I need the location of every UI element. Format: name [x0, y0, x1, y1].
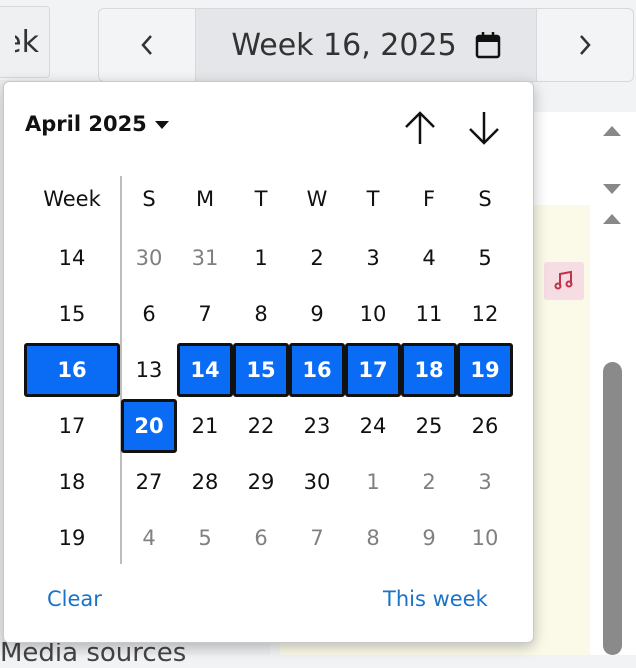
day-of-week-header: S	[142, 187, 156, 211]
week-number-cell[interactable]: 15	[24, 286, 120, 342]
day-of-week-header: W	[306, 187, 328, 211]
day-cell[interactable]: 13	[121, 342, 177, 398]
previous-week-button[interactable]	[99, 9, 195, 81]
week-column-header: Week	[43, 187, 101, 211]
day-cell[interactable]: 9	[401, 510, 457, 566]
week-number-cell[interactable]: 19	[24, 510, 120, 566]
day-cell[interactable]: 2	[289, 230, 345, 286]
day-of-week-header: S	[478, 187, 492, 211]
day-cell[interactable]: 6	[233, 510, 289, 566]
day-cell[interactable]: 1	[345, 454, 401, 510]
this-week-button[interactable]: This week	[383, 587, 488, 611]
day-cell[interactable]: 16	[289, 343, 345, 397]
day-cell[interactable]: 9	[289, 286, 345, 342]
day-cell[interactable]: 23	[289, 398, 345, 454]
day-cell[interactable]: 29	[233, 454, 289, 510]
next-month-button[interactable]	[464, 108, 504, 148]
day-cell[interactable]: 7	[289, 510, 345, 566]
day-cell[interactable]: 1	[233, 230, 289, 286]
day-cell[interactable]: 8	[345, 510, 401, 566]
week-display-button[interactable]: Week 16, 2025	[195, 9, 537, 81]
chevron-right-icon	[580, 35, 591, 55]
week-view-button[interactable]: Week	[0, 6, 50, 78]
week-picker-popover: April 2025 Week S M T W T F S 14 30 31 1 2 3 4 5 15 6 7 8 9 1…	[3, 81, 534, 643]
music-event-chip[interactable]	[544, 262, 584, 300]
day-cell[interactable]: 7	[177, 286, 233, 342]
day-of-week-header: T	[254, 187, 268, 211]
scroll-up-arrow-secondary[interactable]	[603, 214, 621, 224]
clear-button[interactable]: Clear	[47, 587, 102, 611]
next-week-button[interactable]	[537, 9, 633, 81]
day-cell[interactable]: 11	[401, 286, 457, 342]
chevron-left-icon	[141, 35, 152, 55]
week-number-cell[interactable]: 17	[24, 398, 120, 454]
day-cell[interactable]: 25	[401, 398, 457, 454]
day-of-week-header: F	[422, 187, 436, 211]
day-cell[interactable]: 24	[345, 398, 401, 454]
week-view-button-label: Week	[15, 24, 39, 60]
day-cell[interactable]: 28	[177, 454, 233, 510]
previous-month-button[interactable]	[400, 108, 440, 148]
day-cell[interactable]: 4	[121, 510, 177, 566]
week-number-cell[interactable]: 14	[24, 230, 120, 286]
day-of-week-header: T	[366, 187, 380, 211]
day-cell[interactable]: 20	[121, 399, 177, 453]
arrow-down-icon	[469, 112, 499, 145]
month-year-select[interactable]: April 2025	[25, 112, 169, 136]
day-cell[interactable]: 22	[233, 398, 289, 454]
day-cell[interactable]: 2	[401, 454, 457, 510]
day-of-week-header: M	[195, 187, 215, 211]
week-number-cell[interactable]: 18	[24, 454, 120, 510]
day-cell[interactable]: 3	[345, 230, 401, 286]
day-cell[interactable]: 10	[457, 510, 513, 566]
music-note-icon	[554, 270, 573, 290]
month-year-label: April 2025	[25, 112, 147, 136]
day-cell[interactable]: 14	[177, 343, 233, 397]
calendar-icon	[475, 32, 500, 59]
scroll-up-arrow[interactable]	[603, 126, 621, 136]
scroll-down-arrow[interactable]	[603, 184, 621, 194]
day-cell[interactable]: 10	[345, 286, 401, 342]
day-cell[interactable]: 15	[233, 343, 289, 397]
day-cell[interactable]: 30	[121, 230, 177, 286]
day-cell[interactable]: 5	[177, 510, 233, 566]
day-cell[interactable]: 5	[457, 230, 513, 286]
week-display-label: Week 16, 2025	[231, 27, 457, 63]
day-cell[interactable]: 18	[401, 343, 457, 397]
day-cell[interactable]: 21	[177, 398, 233, 454]
day-cell[interactable]: 4	[401, 230, 457, 286]
day-cell[interactable]: 31	[177, 230, 233, 286]
week-number-cell[interactable]: 16	[24, 343, 120, 397]
day-cell[interactable]: 19	[457, 343, 513, 397]
day-cell[interactable]: 6	[121, 286, 177, 342]
caret-down-icon	[154, 121, 169, 129]
day-cell[interactable]: 30	[289, 454, 345, 510]
day-cell[interactable]: 26	[457, 398, 513, 454]
day-cell[interactable]: 8	[233, 286, 289, 342]
day-cell[interactable]: 12	[457, 286, 513, 342]
day-cell[interactable]: 17	[345, 343, 401, 397]
day-cell[interactable]: 3	[457, 454, 513, 510]
day-cell[interactable]: 27	[121, 454, 177, 510]
week-navigator: Week 16, 2025	[98, 8, 634, 82]
scrollbar-thumb[interactable]	[603, 362, 622, 655]
arrow-up-icon	[405, 111, 435, 144]
